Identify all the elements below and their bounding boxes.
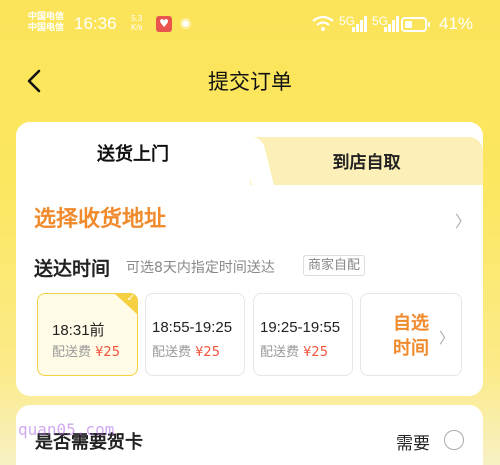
network-speed-value: 5.3 (131, 14, 143, 23)
network-speed-unit: K/s (131, 23, 143, 32)
weibo-icon: ◉ (180, 16, 192, 31)
time-slot[interactable]: 19:25-19:55 配送费 ¥25 (253, 293, 353, 376)
time-slot[interactable]: ✓ 18:31前 配送费 ¥25 (37, 293, 138, 376)
fee-price: ¥25 (195, 345, 220, 360)
fee-label: 配送费 (52, 345, 92, 360)
time-slot[interactable]: 18:55-19:25 配送费 ¥25 (145, 293, 245, 376)
app-notification-icon: ♥ (156, 16, 172, 32)
time-slot-fee: 配送费 ¥25 (52, 341, 120, 360)
battery-fill (405, 21, 412, 28)
tab-pickup-label[interactable]: 到店自取 (250, 148, 483, 173)
wifi-icon (312, 15, 334, 31)
signal-icon (352, 16, 367, 32)
time-slot-time: 19:25-19:55 (260, 319, 341, 336)
battery-icon (401, 17, 430, 32)
time-slot-time: 18:31前 (52, 322, 105, 339)
custom-time-button[interactable]: 自选 时间 〉 (360, 293, 462, 376)
fee-price: ¥25 (303, 345, 328, 360)
carrier-2: 中国电信 (28, 23, 65, 33)
fee-label: 配送费 (152, 345, 192, 360)
tab-delivery-label[interactable]: 送货上门 (16, 140, 250, 166)
time-slot-fee: 配送费 ¥25 (260, 341, 328, 360)
chevron-right-icon[interactable]: 〉 (455, 208, 471, 232)
merchant-delivery-badge: 商家自配 (303, 255, 366, 276)
status-bar: 中国电信 中国电信 16:36 5.3 K/s ♥ ◉ 5G 5G 41% (0, 0, 500, 52)
page-title: 提交订单 (208, 70, 292, 94)
battery-percent: 41% (439, 14, 474, 33)
custom-time-label: 自选 时间 (383, 311, 439, 361)
clock: 16:36 (74, 14, 117, 33)
custom-time-line-2: 时间 (393, 338, 429, 359)
fee-price: ¥25 (95, 345, 120, 360)
greeting-card-radio[interactable] (444, 430, 464, 450)
carrier-labels: 中国电信 中国电信 (28, 12, 64, 34)
check-icon: ✓ (126, 293, 135, 304)
carrier-1: 中国电信 (28, 12, 65, 22)
signal-icon-2 (384, 16, 399, 32)
custom-time-line-1: 自选 (393, 313, 429, 334)
time-slot-time: 18:55-19:25 (152, 319, 233, 336)
greeting-card-label: 是否需要贺卡 (35, 432, 143, 453)
greeting-card-option[interactable]: 需要 (396, 429, 430, 454)
time-slot-fee: 配送费 ¥25 (152, 341, 220, 360)
select-address-link[interactable]: 选择收货地址 (34, 201, 166, 233)
chevron-right-icon: 〉 (439, 329, 455, 347)
delivery-time-hint: 可选8天内指定时间送达 (126, 260, 275, 276)
network-speed: 5.3 K/s (131, 14, 143, 32)
delivery-time-title: 送达时间 (34, 258, 111, 280)
fee-label: 配送费 (260, 345, 300, 360)
